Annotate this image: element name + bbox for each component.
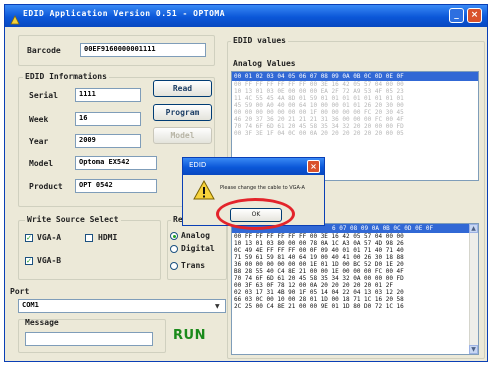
product-label: Product — [29, 182, 63, 191]
serial-label: Serial — [29, 91, 58, 100]
dialog-message: Please change the cable to VGA-A — [220, 185, 305, 191]
port-label: Port — [10, 287, 30, 296]
week-label: Week — [29, 115, 49, 124]
hex-row: 11 4C 55 45 4A 8D 01 59 01 01 01 01 01 0… — [234, 95, 404, 102]
scroll-down-icon[interactable]: ▼ — [469, 345, 478, 354]
run-button[interactable]: RUN — [173, 328, 206, 343]
hex-row: 66 03 0C 00 10 00 28 01 1D 00 18 71 1C 1… — [234, 296, 404, 303]
close-button[interactable]: × — [467, 8, 482, 23]
hex-row: 02 03 17 31 4B 90 1F 05 14 04 22 04 13 0… — [234, 289, 404, 296]
analog-header-row: 00 01 02 03 04 05 06 07 08 09 0A 0B 0C 0… — [232, 72, 478, 81]
hex-row: 45 59 00 A0 40 00 64 10 00 00 01 01 26 2… — [234, 102, 404, 109]
scroll-up-icon[interactable]: ▲ — [469, 224, 478, 233]
warning-icon — [193, 179, 215, 200]
dialog-title: EDID — [189, 161, 207, 169]
hex-row: 00 00 00 00 00 00 00 1F 00 00 00 00 FC 2… — [234, 109, 404, 116]
hex-row: 46 20 37 36 20 21 21 21 31 36 00 00 00 F… — [234, 116, 404, 123]
trans-radio[interactable] — [170, 262, 178, 270]
vga-a-checkbox[interactable]: ✓ — [25, 234, 33, 242]
write-source-group — [18, 220, 161, 280]
analog-label: Analog — [181, 231, 210, 240]
serial-field[interactable]: 1111 — [75, 88, 141, 102]
analog-radio[interactable] — [170, 232, 178, 240]
model-field[interactable]: Optoma EX542 — [75, 156, 157, 170]
message-label: Message — [25, 318, 59, 327]
edid-info-title: EDID Informations — [23, 72, 109, 81]
hex-row: 36 00 00 00 00 00 00 1E 01 1D 00 BC 52 D… — [234, 261, 404, 268]
hex-row: 10 13 01 03 0E 00 00 00 EA 2F 72 A9 53 4… — [234, 88, 404, 95]
dropdown-arrow-icon[interactable]: ▼ — [215, 303, 220, 310]
vertical-scrollbar[interactable] — [469, 224, 478, 354]
title-bar[interactable]: EDID Application Version 0.51 - OPTOMA _… — [5, 5, 487, 27]
window-title: EDID Application Version 0.51 - OPTOMA — [23, 9, 226, 18]
trans-label: Trans — [181, 261, 206, 270]
hex-row: 00 3F 3E 1F 04 0C 00 0A 20 20 20 20 20 2… — [234, 130, 404, 137]
highlight-ring — [216, 198, 295, 230]
vga-a-label: VGA-A — [37, 233, 62, 242]
minimize-button[interactable]: _ — [449, 8, 464, 23]
model-label: Model — [29, 159, 54, 168]
read-button[interactable]: Read — [153, 80, 212, 97]
digital-values-table[interactable]: 6 07 08 09 0A 0B 0C 0D 0E 0F 00 FF FF FF… — [231, 223, 479, 355]
port-select[interactable]: COM1 — [18, 299, 226, 313]
year-field[interactable]: 2009 — [75, 134, 141, 148]
product-field[interactable]: OPT 0542 — [75, 179, 157, 193]
app-icon — [10, 10, 20, 25]
hex-row: 70 74 6F 6D 61 20 45 58 35 34 32 0A 00 0… — [234, 275, 404, 282]
barcode-label: Barcode — [27, 46, 61, 55]
port-value: COM1 — [22, 301, 39, 309]
hex-row: 71 59 61 59 81 40 64 19 00 40 41 00 26 3… — [234, 254, 404, 261]
barcode-field[interactable]: 00EF9160000001111 — [80, 43, 206, 57]
dialog-close-button[interactable]: × — [307, 160, 320, 173]
analog-values-title: Analog Values — [233, 59, 296, 68]
program-button[interactable]: Program — [153, 104, 212, 121]
hex-row: B8 28 55 40 C4 8E 21 00 00 1E 00 00 00 F… — [234, 268, 404, 275]
hex-row: 0C 49 4E FF FF FF 00 0F 09 40 01 01 71 4… — [234, 247, 404, 254]
message-field — [25, 332, 153, 346]
hex-row: 00 FF FF FF FF FF FF 00 3E 16 42 05 57 0… — [234, 233, 404, 240]
hex-row: 00 FF FF FF FF FF FF 00 3E 16 42 05 57 0… — [234, 81, 404, 88]
hex-row: 70 74 6F 6D 61 20 45 58 35 34 32 20 20 0… — [234, 123, 404, 130]
edid-values-title: EDID values — [231, 36, 288, 45]
hdmi-checkbox[interactable] — [85, 234, 93, 242]
vga-b-label: VGA-B — [37, 256, 62, 265]
week-field[interactable]: 16 — [75, 112, 141, 126]
hex-row: 2C 25 00 C4 8E 21 00 00 9E 01 1D 80 D0 7… — [234, 303, 404, 310]
year-label: Year — [29, 137, 49, 146]
digital-radio[interactable] — [170, 245, 178, 253]
hex-row: 00 3F 63 0F 78 12 00 0A 20 20 20 20 20 0… — [234, 282, 393, 289]
hex-row: 10 13 01 03 80 00 00 78 0A 1C A3 0A 57 4… — [234, 240, 404, 247]
write-source-title: Write Source Select — [25, 215, 121, 224]
model-button[interactable]: Model — [153, 127, 212, 144]
dialog-title-bar[interactable]: EDID × — [183, 158, 324, 175]
vga-b-checkbox[interactable]: ✓ — [25, 257, 33, 265]
digital-label: Digital — [181, 244, 215, 253]
hdmi-label: HDMI — [98, 233, 118, 242]
